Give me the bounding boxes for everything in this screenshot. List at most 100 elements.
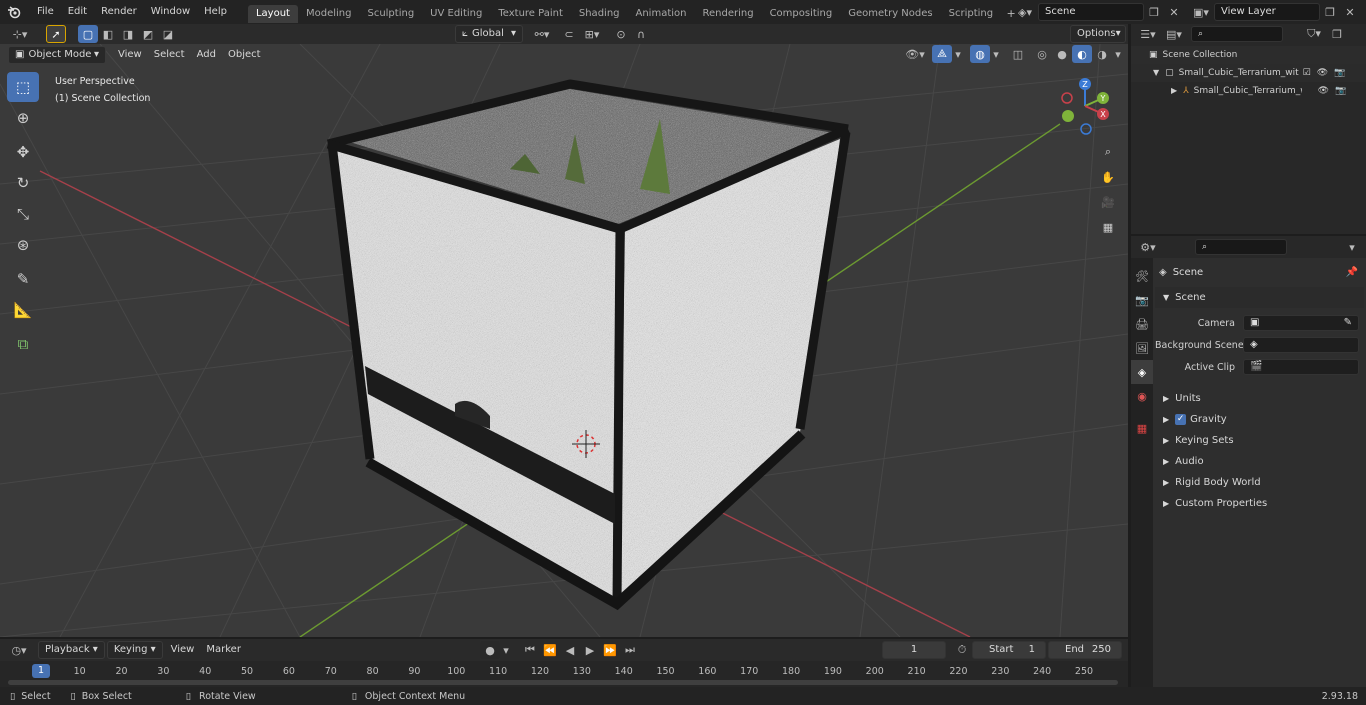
custom-properties-panel-header[interactable]: ▶ Custom Properties <box>1155 493 1364 514</box>
rotate-tool-icon[interactable]: ↻ <box>7 168 39 198</box>
shading-chevron-icon[interactable]: ▾ <box>1112 45 1124 63</box>
gizmo-toggle-icon[interactable]: ⟁ <box>932 45 952 63</box>
timeline-scrollbar[interactable] <box>8 680 1118 685</box>
render-tab-icon[interactable]: 📷 <box>1131 288 1153 312</box>
pin-icon[interactable]: 📌 <box>1346 267 1358 278</box>
keying-sets-panel-header[interactable]: ▶ Keying Sets <box>1155 430 1364 451</box>
menu-view[interactable]: View <box>112 46 148 64</box>
pan-hand-icon[interactable]: ✋ <box>1097 166 1119 188</box>
rendered-shading-icon[interactable]: ◑ <box>1092 45 1112 63</box>
timeline-view-menu[interactable]: View <box>165 641 201 659</box>
overlay-chevron-icon[interactable]: ▾ <box>990 45 1002 63</box>
background-scene-field[interactable]: ◈ <box>1243 337 1359 353</box>
units-panel-header[interactable]: ▶ Units <box>1155 388 1364 409</box>
texture-tab-icon[interactable]: ▦ <box>1131 416 1153 440</box>
perspective-toggle-icon[interactable]: ▦ <box>1097 216 1119 238</box>
play-icon[interactable]: ▶ <box>580 641 600 659</box>
move-tool-icon[interactable]: ✥ <box>7 137 39 167</box>
tab-geometry-nodes[interactable]: Geometry Nodes <box>840 5 940 23</box>
select-extend-icon[interactable]: ◧ <box>98 25 118 43</box>
outliner-editor-icon[interactable]: ☰▾ <box>1135 25 1161 43</box>
delete-view-layer-icon[interactable]: ✕ <box>1340 3 1360 21</box>
start-frame-field[interactable]: Start 1 <box>972 641 1046 659</box>
annotate-tool-icon[interactable]: ✎ <box>7 264 39 294</box>
overlay-toggle-icon[interactable]: ◍ <box>970 45 990 63</box>
rigid-body-world-panel-header[interactable]: ▶ Rigid Body World <box>1155 472 1364 493</box>
audio-panel-header[interactable]: ▶ Audio <box>1155 451 1364 472</box>
select-intersect-icon[interactable]: ◪ <box>158 25 178 43</box>
snap-icon[interactable]: ⊂ <box>559 25 579 43</box>
prev-keyframe-icon[interactable]: ⏪ <box>540 641 560 659</box>
gravity-panel-header[interactable]: ▶ ✓ Gravity <box>1155 409 1364 430</box>
camera-field[interactable]: ▣ ✎ <box>1243 315 1359 331</box>
snap-target-icon[interactable]: ⊞▾ <box>579 25 605 43</box>
scene-name-field[interactable]: Scene <box>1038 3 1144 21</box>
measure-tool-icon[interactable]: 📐 <box>7 295 39 325</box>
play-reverse-icon[interactable]: ◀ <box>560 641 580 659</box>
playback-menu[interactable]: Playback ▾ <box>38 641 105 659</box>
scene-icon[interactable]: ◈▾ <box>1012 3 1038 21</box>
material-shading-icon[interactable]: ◐ <box>1072 45 1092 63</box>
delete-scene-icon[interactable]: ✕ <box>1164 3 1184 21</box>
3d-viewport[interactable]: User Perspective (1) Scene Collection Z … <box>0 44 1128 637</box>
tab-animation[interactable]: Animation <box>628 5 695 23</box>
camera-view-icon[interactable]: 🎥 <box>1097 191 1119 213</box>
zoom-icon[interactable]: ⌕ <box>1097 141 1119 163</box>
select-new-icon[interactable]: ▢ <box>78 25 98 43</box>
record-icon[interactable]: ● <box>480 641 500 659</box>
end-frame-field[interactable]: End 250 <box>1048 641 1122 659</box>
scene-tab-icon[interactable]: ◈ <box>1131 360 1153 384</box>
eyedropper-icon[interactable]: ✎ <box>1344 315 1352 331</box>
menu-window[interactable]: Window <box>144 0 197 24</box>
menu-edit[interactable]: Edit <box>61 0 94 24</box>
tab-shading[interactable]: Shading <box>571 5 628 23</box>
scene-panel-header[interactable]: ▼ Scene <box>1155 287 1364 308</box>
current-frame-field[interactable]: 1 <box>882 641 946 659</box>
new-scene-icon[interactable]: ❐ <box>1144 3 1164 21</box>
tab-sculpting[interactable]: Sculpting <box>359 5 422 23</box>
tool-tab-icon[interactable]: 🛠 <box>1131 264 1153 288</box>
menu-object[interactable]: Object <box>222 46 267 64</box>
editor-type-icon[interactable]: ⊹▾ <box>6 25 34 43</box>
menu-add[interactable]: Add <box>191 46 222 64</box>
filter-icon[interactable]: ⛉▾ <box>1301 25 1327 43</box>
tab-rendering[interactable]: Rendering <box>694 5 761 23</box>
display-mode-icon[interactable]: ▤▾ <box>1161 25 1187 43</box>
tab-texture-paint[interactable]: Texture Paint <box>490 5 571 23</box>
stopwatch-icon[interactable]: ⏱ <box>952 641 972 659</box>
timeline-editor-icon[interactable]: ◷▾ <box>6 641 32 659</box>
world-tab-icon[interactable]: ◉ <box>1131 384 1153 408</box>
marker-menu[interactable]: Marker <box>200 641 247 659</box>
eye-icon[interactable]: 👁 <box>1318 82 1329 100</box>
options-dropdown[interactable]: Options ▾ <box>1070 25 1126 43</box>
gravity-checkbox-icon[interactable]: ✓ <box>1175 414 1187 425</box>
menu-select[interactable]: Select <box>148 46 191 64</box>
select-box-tool-icon[interactable]: ⬚ <box>7 72 39 102</box>
outliner-item[interactable]: ▶ ⅄ Small_Cubic_Terrarium_w 👁 📷 <box>1131 82 1366 100</box>
outliner-search-input[interactable]: ⌕ <box>1191 26 1283 42</box>
outliner-scene-collection[interactable]: ▣ Scene Collection <box>1131 46 1366 64</box>
properties-options-icon[interactable]: ▾ <box>1342 238 1362 256</box>
camera-icon[interactable]: 📷 <box>1334 64 1345 82</box>
blender-logo-icon[interactable] <box>4 3 24 21</box>
keying-menu[interactable]: Keying ▾ <box>106 641 163 659</box>
active-clip-field[interactable]: 🎬 <box>1243 359 1359 375</box>
tab-modeling[interactable]: Modeling <box>298 5 360 23</box>
new-collection-icon[interactable]: ❐ <box>1327 25 1347 43</box>
checkbox-icon[interactable]: ☑ <box>1303 64 1311 82</box>
transform-tool-icon[interactable]: ⊛ <box>7 230 39 260</box>
current-frame-indicator[interactable]: 1 <box>32 664 50 678</box>
xray-toggle-icon[interactable]: ◫ <box>1008 45 1028 63</box>
view-layer-icon[interactable]: ▣▾ <box>1188 3 1214 21</box>
scale-tool-icon[interactable]: ⤡ <box>7 199 39 229</box>
gizmo-chevron-icon[interactable]: ▾ <box>952 45 964 63</box>
pivot-point-icon[interactable]: ⚯▾ <box>529 25 555 43</box>
visibility-icon[interactable]: 👁▾ <box>902 45 928 63</box>
view-layer-field[interactable]: View Layer <box>1214 3 1320 21</box>
select-subtract-icon[interactable]: ◨ <box>118 25 138 43</box>
tab-scripting[interactable]: Scripting <box>941 5 1001 23</box>
navigation-gizmo[interactable]: Z Y X <box>1055 76 1115 136</box>
properties-editor-icon[interactable]: ⚙▾ <box>1135 238 1161 256</box>
select-invert-icon[interactable]: ◩ <box>138 25 158 43</box>
tab-compositing[interactable]: Compositing <box>762 5 841 23</box>
